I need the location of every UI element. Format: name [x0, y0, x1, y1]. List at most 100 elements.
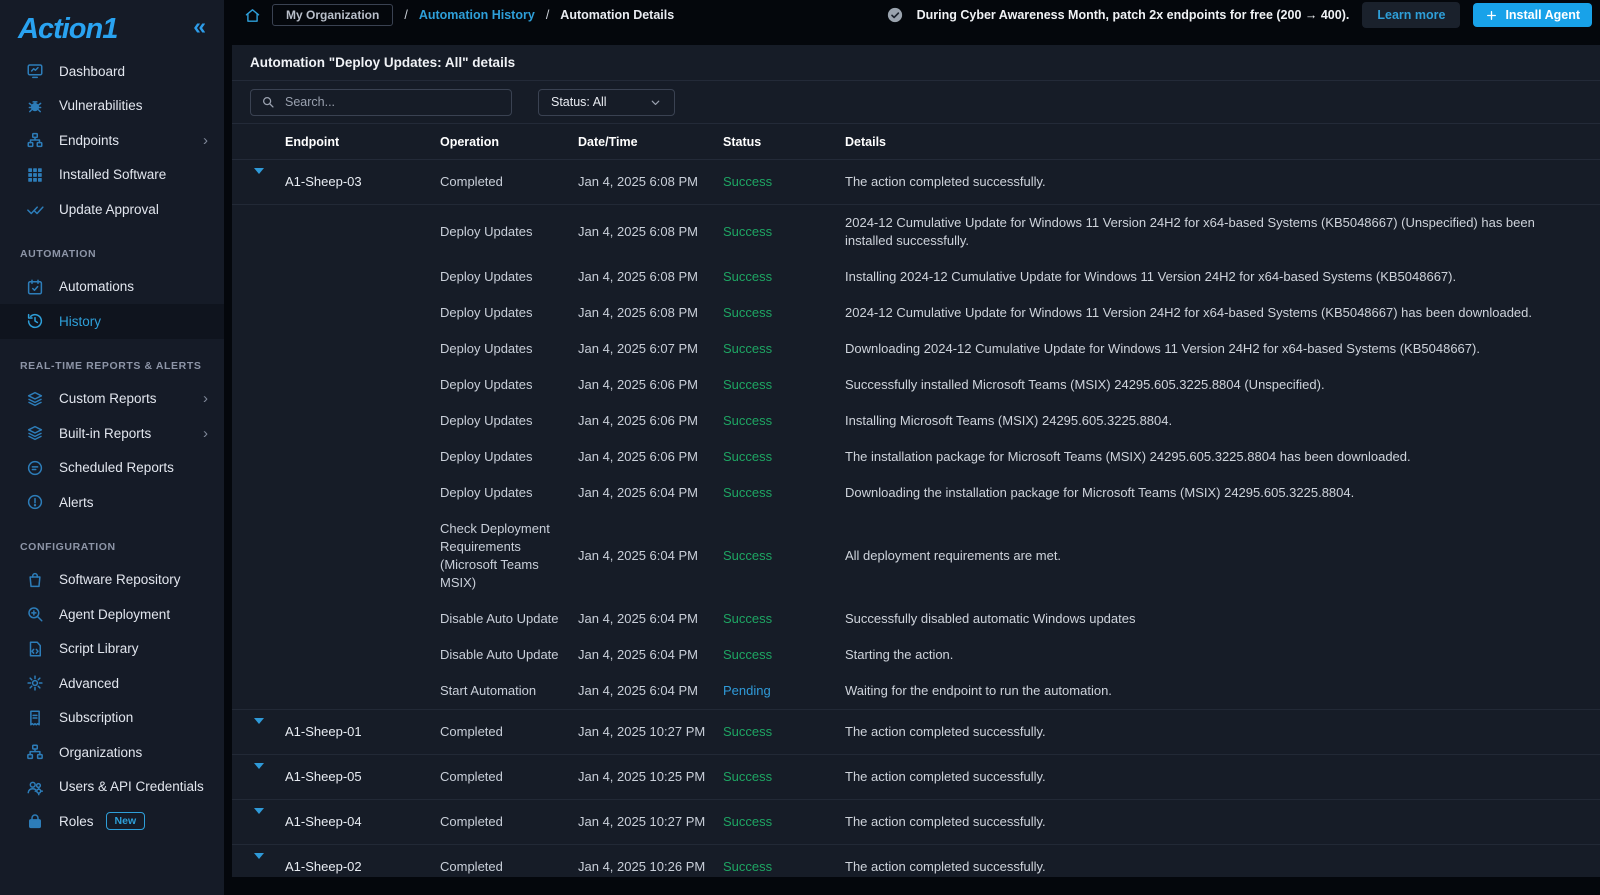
sidebar: Action1 « Dashboard Vulnerabilities Endpoi… [0, 0, 224, 895]
cell-operation: Deploy Updates [440, 304, 578, 322]
cell-datetime: Jan 4, 2025 6:07 PM [578, 340, 723, 358]
cell-datetime: Jan 4, 2025 6:08 PM [578, 223, 723, 241]
cell-details: Successfully disabled automatic Windows … [845, 610, 1600, 628]
status-filter-dropdown[interactable]: Status: All [538, 89, 675, 116]
endpoint-row[interactable]: A1-Sheep-05CompletedJan 4, 2025 10:25 PM… [232, 755, 1600, 800]
cell-operation: Deploy Updates [440, 412, 578, 430]
sidebar-item-label: Roles [59, 814, 94, 829]
operation-row: Deploy UpdatesJan 4, 2025 6:08 PMSuccess… [232, 259, 1600, 295]
sidebar-item-built-in-reports[interactable]: Built-in Reports› [0, 416, 224, 451]
triangle-down-icon [254, 763, 264, 784]
operation-row: Disable Auto UpdateJan 4, 2025 6:04 PMSu… [232, 637, 1600, 673]
operation-row: Disable Auto UpdateJan 4, 2025 6:04 PMSu… [232, 601, 1600, 637]
learn-more-button[interactable]: Learn more [1362, 2, 1460, 28]
sidebar-item-organizations[interactable]: Organizations [0, 735, 224, 770]
status-badge: Success [723, 813, 845, 831]
cell-operation: Completed [440, 813, 578, 831]
expand-arrow-icon[interactable] [250, 719, 268, 745]
endpoint-row[interactable]: A1-Sheep-04CompletedJan 4, 2025 10:27 PM… [232, 800, 1600, 845]
operation-row: Start AutomationJan 4, 2025 6:04 PMPendi… [232, 673, 1600, 710]
status-badge: Success [723, 304, 845, 322]
sidebar-item-update-approval[interactable]: Update Approval [0, 192, 224, 227]
endpoint-row[interactable]: A1-Sheep-01CompletedJan 4, 2025 10:27 PM… [232, 710, 1600, 755]
cell-spacer [255, 453, 263, 461]
sidebar-item-scheduled-reports[interactable]: Scheduled Reports [0, 451, 224, 486]
sidebar-section-header: AUTOMATION [0, 227, 224, 270]
cell-datetime: Jan 4, 2025 6:08 PM [578, 268, 723, 286]
cell-details: Waiting for the endpoint to run the auto… [845, 682, 1600, 700]
cell-datetime: Jan 4, 2025 6:06 PM [578, 376, 723, 394]
expand-arrow-icon[interactable] [250, 809, 268, 835]
breadcrumb-org-selector[interactable]: My Organization [272, 4, 393, 26]
endpoint-row[interactable]: A1-Sheep-02CompletedJan 4, 2025 10:26 PM… [232, 845, 1600, 877]
operation-row: Deploy UpdatesJan 4, 2025 6:08 PMSuccess… [232, 205, 1600, 259]
install-agent-label: Install Agent [1505, 8, 1580, 22]
status-badge: Success [723, 723, 845, 741]
cell-details: 2024-12 Cumulative Update for Windows 11… [845, 214, 1600, 250]
sidebar-item-installed-software[interactable]: Installed Software [0, 158, 224, 193]
sidebar-item-label: Custom Reports [59, 391, 157, 406]
column-header-status: Status [723, 135, 845, 149]
sidebar-item-automations[interactable]: Automations [0, 270, 224, 305]
cell-details: Installing 2024-12 Cumulative Update for… [845, 268, 1600, 286]
expand-arrow-icon[interactable] [250, 764, 268, 790]
sidebar-item-label: Scheduled Reports [59, 460, 174, 475]
cell-spacer [255, 273, 263, 281]
cell-operation: Completed [440, 768, 578, 786]
cell-details: 2024-12 Cumulative Update for Windows 11… [845, 304, 1600, 322]
cell-operation: Deploy Updates [440, 448, 578, 466]
operation-row: Deploy UpdatesJan 4, 2025 6:06 PMSuccess… [232, 403, 1600, 439]
search-plus-icon [26, 605, 44, 623]
sidebar-item-agent-deployment[interactable]: Agent Deployment [0, 597, 224, 632]
sidebar-item-label: Built-in Reports [59, 426, 151, 441]
cell-datetime: Jan 4, 2025 6:04 PM [578, 547, 723, 565]
gear-icon [26, 674, 44, 692]
sidebar-item-label: Subscription [59, 710, 133, 725]
home-icon[interactable] [244, 7, 261, 24]
sidebar-item-roles[interactable]: Roles New [0, 804, 224, 839]
chevron-down-icon [649, 96, 662, 109]
sidebar-item-dashboard[interactable]: Dashboard [0, 54, 224, 89]
sidebar-item-endpoints[interactable]: Endpoints› [0, 123, 224, 158]
sidebar-item-label: Script Library [59, 641, 139, 656]
sidebar-item-alerts[interactable]: Alerts [0, 485, 224, 520]
cell-spacer [255, 687, 263, 695]
cell-endpoint: A1-Sheep-01 [285, 723, 440, 741]
sidebar-collapse-icon[interactable]: « [193, 13, 206, 40]
grid-icon [26, 166, 44, 184]
sidebar-item-advanced[interactable]: Advanced [0, 666, 224, 701]
install-agent-button[interactable]: Install Agent [1473, 3, 1592, 27]
operation-row: Deploy UpdatesJan 4, 2025 6:08 PMSuccess… [232, 295, 1600, 331]
cell-spacer [255, 345, 263, 353]
sidebar-item-custom-reports[interactable]: Custom Reports› [0, 382, 224, 417]
status-badge: Success [723, 858, 845, 876]
cell-details: Downloading 2024-12 Cumulative Update fo… [845, 340, 1600, 358]
cell-operation: Deploy Updates [440, 268, 578, 286]
cell-datetime: Jan 4, 2025 6:04 PM [578, 682, 723, 700]
expand-arrow-icon[interactable] [250, 169, 268, 195]
cell-spacer [255, 489, 263, 497]
cell-operation: Completed [440, 173, 578, 191]
cell-details: The action completed successfully. [845, 813, 1600, 831]
triangle-down-icon [254, 168, 264, 189]
double-check-icon [26, 200, 44, 218]
operation-row: Check Deployment Requirements (Microsoft… [232, 511, 1600, 601]
sidebar-item-subscription[interactable]: Subscription [0, 701, 224, 736]
calendar-check-icon [26, 278, 44, 296]
expand-arrow-icon[interactable] [250, 854, 268, 877]
sidebar-item-label: Vulnerabilities [59, 98, 143, 113]
page-title: Automation "Deploy Updates: All" details [232, 45, 1600, 81]
breadcrumb-automation-history-link[interactable]: Automation History [419, 8, 535, 22]
plus-icon [1485, 9, 1498, 22]
sidebar-item-script-library[interactable]: Script Library [0, 632, 224, 667]
action1-logo[interactable]: Action1 [18, 13, 117, 46]
search-input[interactable] [283, 94, 501, 110]
sidebar-item-vulnerabilities[interactable]: Vulnerabilities [0, 89, 224, 124]
sidebar-item-software-repository[interactable]: Software Repository [0, 563, 224, 598]
sidebar-item-users-api-credentials[interactable]: Users & API Credentials [0, 770, 224, 805]
cell-details: The action completed successfully. [845, 858, 1600, 876]
sidebar-item-history[interactable]: History [0, 304, 224, 339]
new-badge: New [106, 812, 146, 830]
endpoint-row[interactable]: A1-Sheep-03CompletedJan 4, 2025 6:08 PMS… [232, 160, 1600, 205]
cell-spacer [255, 381, 263, 389]
